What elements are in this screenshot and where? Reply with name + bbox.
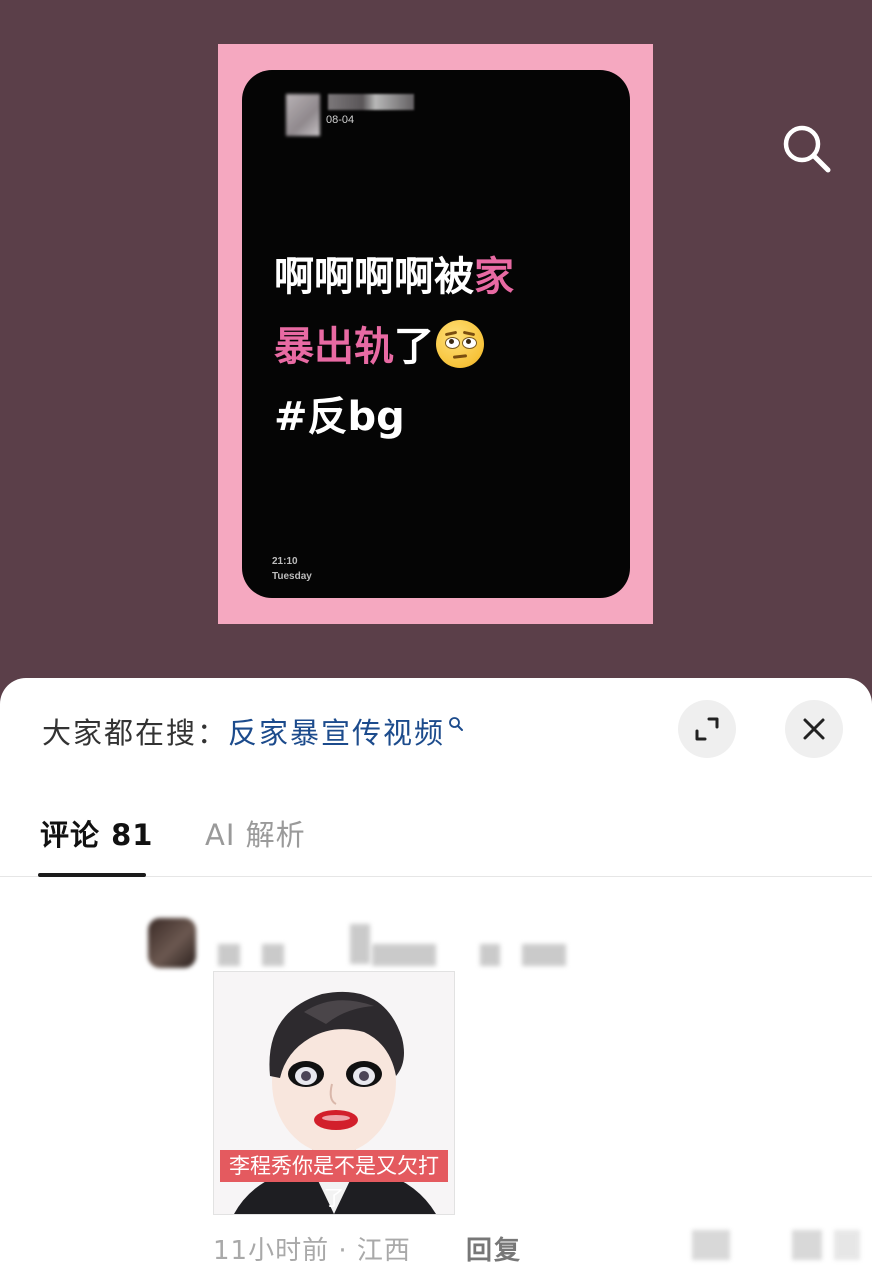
post-text-line-1: 啊啊啊啊被家 xyxy=(274,242,614,312)
blurred-like-area xyxy=(792,1230,822,1260)
comment-meta: 11小时前 · 江西 xyxy=(213,1236,411,1266)
screenshot-card: 08-04 啊啊啊啊被家 暴出轨了 #反bg 21:10 Tuesday xyxy=(242,70,630,598)
eye-roll-emoji-icon xyxy=(436,320,484,368)
video-poster: 08-04 啊啊啊啊被家 暴出轨了 #反bg 21:10 Tuesday xyxy=(218,44,653,624)
time-text: 21:10 xyxy=(272,556,298,567)
blurred-username-part xyxy=(350,924,370,964)
blurred-username-part xyxy=(522,944,566,966)
trending-search-keyword[interactable]: 反家暴宣传视频 xyxy=(228,710,445,752)
blurred-username-part xyxy=(480,944,500,966)
blurred-username-part xyxy=(218,944,240,966)
tab-ai-analysis[interactable]: AI 解析 xyxy=(205,812,306,854)
lockscreen-time: 21:10 Tuesday xyxy=(272,554,312,584)
blurred-username-part xyxy=(262,944,284,966)
blurred-like-area xyxy=(834,1230,860,1260)
post-text-white-2: 了 xyxy=(394,324,434,370)
sticker-caption: 李程秀你是不是又欠打了 xyxy=(220,1150,448,1210)
trending-search-prefix: 大家都在搜： xyxy=(42,716,229,750)
post-text-line-2: 暴出轨了 xyxy=(274,312,614,382)
post-date: 08-04 xyxy=(326,114,355,126)
reply-button[interactable]: 回复 xyxy=(466,1230,522,1267)
post-text: 啊啊啊啊被家 暴出轨了 #反bg xyxy=(274,242,614,452)
blurred-avatar xyxy=(286,94,320,136)
post-text-pink-1: 家 xyxy=(474,254,514,300)
post-text-pink-2: 暴出轨 xyxy=(274,324,394,370)
comment-sheet: 大家都在搜： 反家暴宣传视频 评论 81 AI 解析 李程秀你是不是又欠打了 1… xyxy=(0,678,872,1280)
blurred-username-part xyxy=(372,944,436,966)
tab-comments[interactable]: 评论 81 xyxy=(40,812,153,854)
search-small-icon xyxy=(449,717,464,731)
close-icon xyxy=(803,718,825,740)
video-player[interactable]: 08-04 啊啊啊啊被家 暴出轨了 #反bg 21:10 Tuesday xyxy=(0,0,872,700)
expand-icon xyxy=(695,717,719,741)
post-text-white-1: 啊啊啊啊被 xyxy=(274,254,474,300)
app-screen: 08-04 啊啊啊啊被家 暴出轨了 #反bg 21:10 Tuesday 大家都… xyxy=(0,0,872,1280)
comment-sticker-image[interactable]: 李程秀你是不是又欠打了 xyxy=(213,971,455,1215)
post-text-line-3: #反bg xyxy=(274,394,405,440)
active-tab-indicator xyxy=(38,873,146,877)
blurred-like-area xyxy=(692,1230,730,1260)
commenter-avatar[interactable] xyxy=(148,918,196,968)
search-icon xyxy=(783,125,831,173)
close-button[interactable] xyxy=(785,700,843,758)
comment-tabs: 评论 81 AI 解析 xyxy=(0,788,872,877)
trending-search-bar[interactable]: 大家都在搜： 反家暴宣传视频 xyxy=(42,706,464,756)
blurred-username xyxy=(328,94,414,110)
weekday-text: Tuesday xyxy=(272,571,312,582)
search-button[interactable] xyxy=(778,120,834,176)
expand-button[interactable] xyxy=(678,700,736,758)
